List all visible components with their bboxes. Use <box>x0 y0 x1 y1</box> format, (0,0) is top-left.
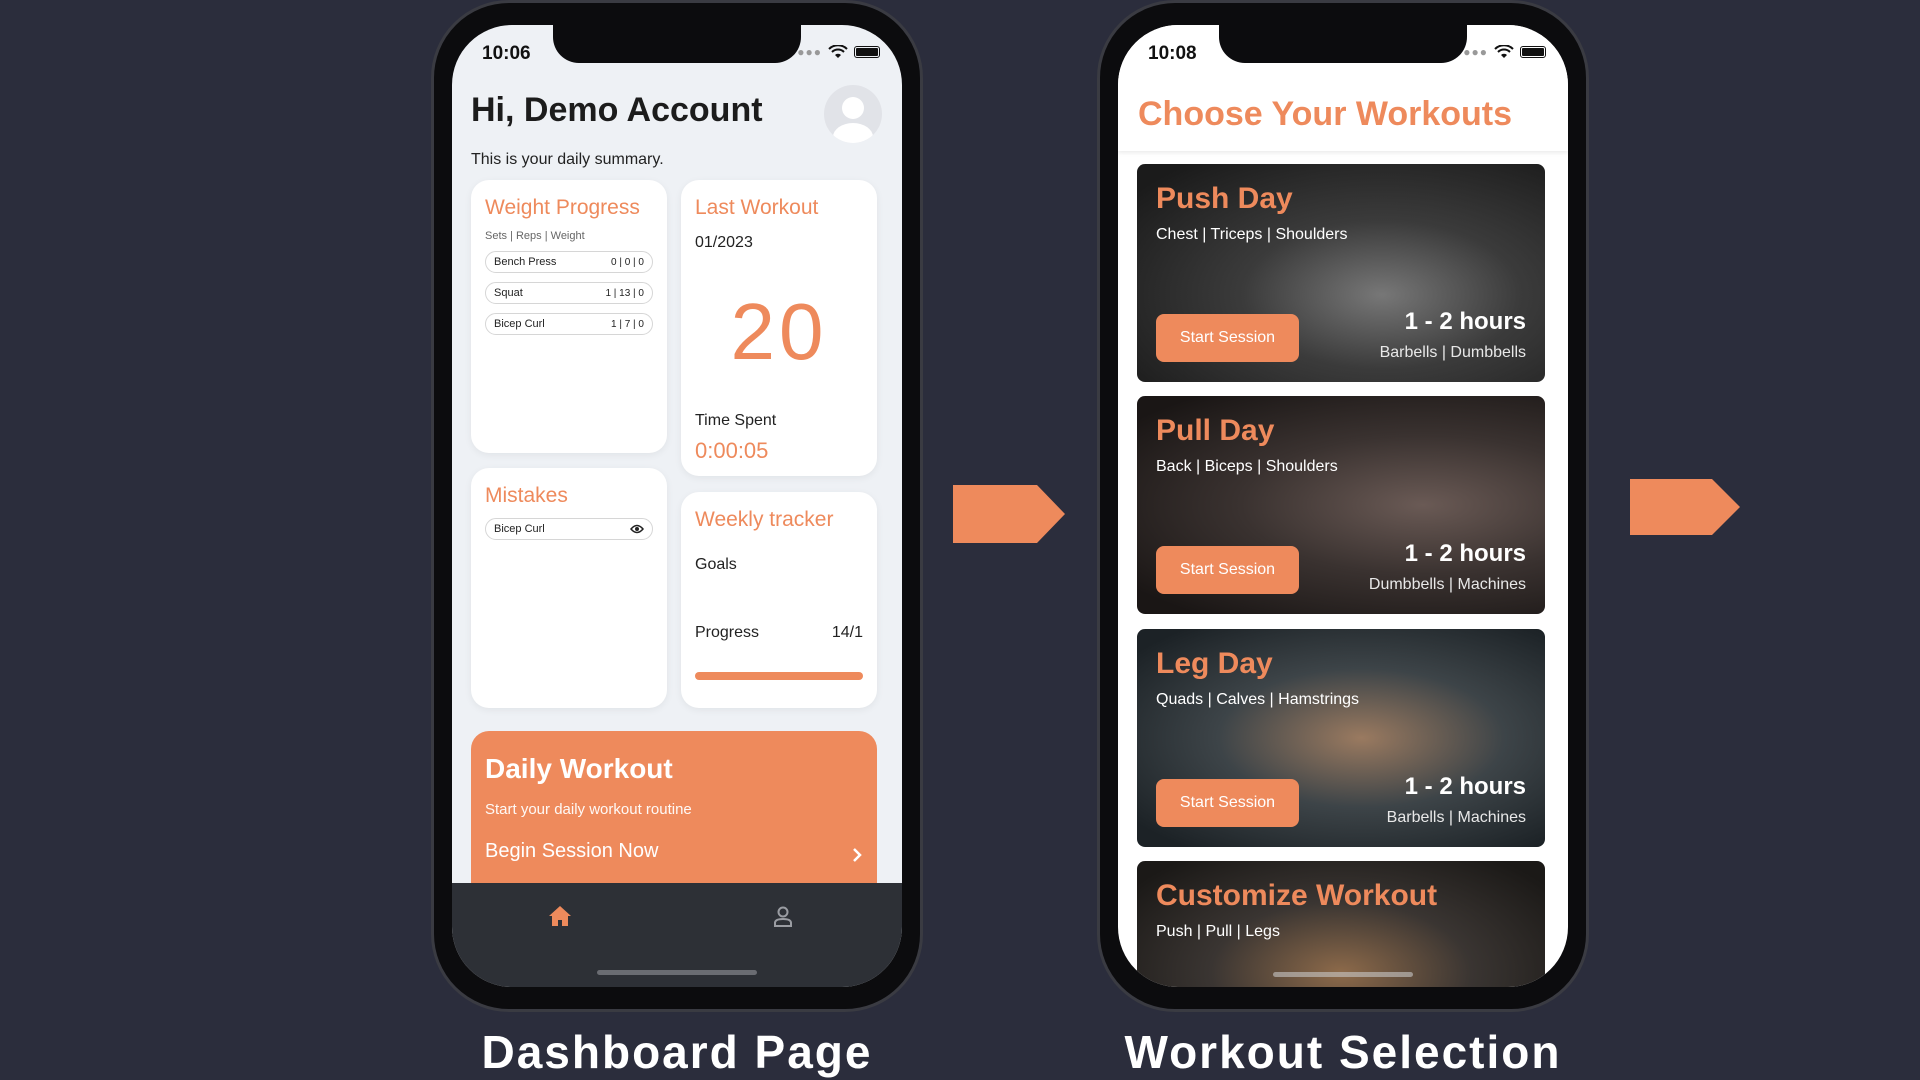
begin-session-button[interactable]: Begin Session Now <box>485 840 863 864</box>
wifi-icon <box>828 45 848 58</box>
home-indicator <box>597 970 757 975</box>
last-workout-date: 01/2023 <box>695 234 753 251</box>
tab-profile[interactable] <box>772 905 794 932</box>
home-indicator <box>1273 972 1413 977</box>
eye-icon[interactable] <box>630 524 644 534</box>
user-avatar-icon <box>833 97 873 143</box>
workout-equipment: Barbells | Machines <box>1386 809 1526 826</box>
dashboard-phone: 10:06 ●●●● Hi, Demo Account This is your… <box>431 0 923 1012</box>
workouts-caption: Workout Selection <box>1124 1026 1562 1078</box>
workout-name: Leg Day <box>1156 647 1273 680</box>
start-session-button[interactable]: Start Session <box>1156 546 1299 594</box>
greeting-title: Hi, Demo Account <box>471 91 763 129</box>
workouts-phone: 10:08 ●●●● Choose Your Workouts Push Day… <box>1097 0 1589 1012</box>
begin-session-label: Begin Session Now <box>485 840 659 862</box>
last-workout-card[interactable]: Last Workout 01/2023 20 Time Spent 0:00:… <box>681 180 877 476</box>
dashboard-caption: Dashboard Page <box>481 1026 873 1078</box>
progress-value: 14/1 <box>831 624 863 641</box>
exercise-name: Squat <box>494 287 523 299</box>
weekly-tracker-card[interactable]: Weekly tracker Goals Progress 14/1 <box>681 492 877 708</box>
progress-bar <box>695 672 863 680</box>
user-icon <box>774 906 792 927</box>
workout-name: Push Day <box>1156 182 1293 215</box>
workout-card-push-day[interactable]: Push Day Chest | Triceps | Shoulders Sta… <box>1137 164 1545 382</box>
battery-icon <box>854 46 880 58</box>
daily-workout-title: Daily Workout <box>485 753 673 784</box>
workout-name: Customize Workout <box>1156 879 1438 912</box>
mistakes-card[interactable]: Mistakes Bicep Curl <box>471 468 667 708</box>
last-workout-number: 20 <box>730 287 828 376</box>
tab-home[interactable] <box>548 905 572 932</box>
exercise-value: 1 | 13 | 0 <box>605 287 644 299</box>
weight-progress-card[interactable]: Weight Progress Sets | Reps | Weight Ben… <box>471 180 667 453</box>
mistake-name: Bicep Curl <box>494 523 545 535</box>
avatar[interactable] <box>824 85 882 143</box>
status-icons: ●●●● <box>1455 45 1546 59</box>
workout-name: Pull Day <box>1156 414 1275 447</box>
workout-muscles: Chest | Triceps | Shoulders <box>1156 226 1348 243</box>
workout-card-leg-day[interactable]: Leg Day Quads | Calves | Hamstrings Star… <box>1137 629 1545 847</box>
mistakes-title: Mistakes <box>485 484 568 507</box>
daily-workout-card[interactable]: Daily Workout Start your daily workout r… <box>471 731 877 901</box>
page-title: Choose Your Workouts <box>1138 95 1513 133</box>
notch <box>553 25 801 63</box>
list-item[interactable]: Bicep Curl <box>485 518 653 540</box>
workout-equipment: Barbells | Dumbbells <box>1379 344 1526 361</box>
start-session-button[interactable]: Start Session <box>1156 314 1299 362</box>
workout-duration: 1 - 2 hours <box>1404 308 1526 335</box>
status-time: 10:06 <box>482 43 531 64</box>
progress-row: Progress 14/1 <box>695 624 863 642</box>
workout-card-pull-day[interactable]: Pull Day Back | Biceps | Shoulders Start… <box>1137 396 1545 614</box>
list-item[interactable]: Squat 1 | 13 | 0 <box>485 282 653 304</box>
column-labels: Sets | Reps | Weight <box>485 230 585 242</box>
chevron-right-icon <box>853 848 862 862</box>
daily-summary-subtitle: This is your daily summary. <box>471 151 664 168</box>
time-spent-label: Time Spent <box>695 412 777 429</box>
home-icon <box>549 906 571 926</box>
tab-bar <box>452 883 902 987</box>
workouts-screen: 10:08 ●●●● Choose Your Workouts Push Day… <box>1118 25 1568 987</box>
list-item[interactable]: Bicep Curl 1 | 7 | 0 <box>485 313 653 335</box>
workout-card-customize[interactable]: Customize Workout Push | Pull | Legs <box>1137 861 1545 987</box>
workout-duration: 1 - 2 hours <box>1404 773 1526 800</box>
status-icons: ●●●● <box>789 45 880 59</box>
goals-label: Goals <box>695 556 737 573</box>
list-item[interactable]: Bench Press 0 | 0 | 0 <box>485 251 653 273</box>
arrow-right-icon <box>1630 479 1740 535</box>
wifi-icon <box>1494 45 1514 58</box>
workout-equipment: Dumbbells | Machines <box>1368 576 1526 593</box>
exercise-name: Bicep Curl <box>494 318 545 330</box>
dashboard-screen: 10:06 ●●●● Hi, Demo Account This is your… <box>452 25 902 987</box>
progress-label: Progress <box>695 624 760 641</box>
last-workout-title: Last Workout <box>695 196 819 219</box>
start-session-button[interactable]: Start Session <box>1156 779 1299 827</box>
exercise-name: Bench Press <box>494 256 557 268</box>
weekly-tracker-title: Weekly tracker <box>695 508 834 531</box>
exercise-value: 0 | 0 | 0 <box>611 256 644 268</box>
daily-workout-subtitle: Start your daily workout routine <box>485 801 692 818</box>
arrow-right-icon <box>953 485 1065 543</box>
notch <box>1219 25 1467 63</box>
workout-muscles: Back | Biceps | Shoulders <box>1156 458 1338 475</box>
time-spent-value: 0:00:05 <box>695 438 769 463</box>
workout-duration: 1 - 2 hours <box>1404 540 1526 567</box>
weight-progress-title: Weight Progress <box>485 196 640 219</box>
exercise-value: 1 | 7 | 0 <box>611 318 644 330</box>
workout-muscles: Push | Pull | Legs <box>1156 923 1280 940</box>
battery-icon <box>1520 46 1546 58</box>
status-time: 10:08 <box>1148 43 1197 64</box>
workout-muscles: Quads | Calves | Hamstrings <box>1156 691 1360 708</box>
